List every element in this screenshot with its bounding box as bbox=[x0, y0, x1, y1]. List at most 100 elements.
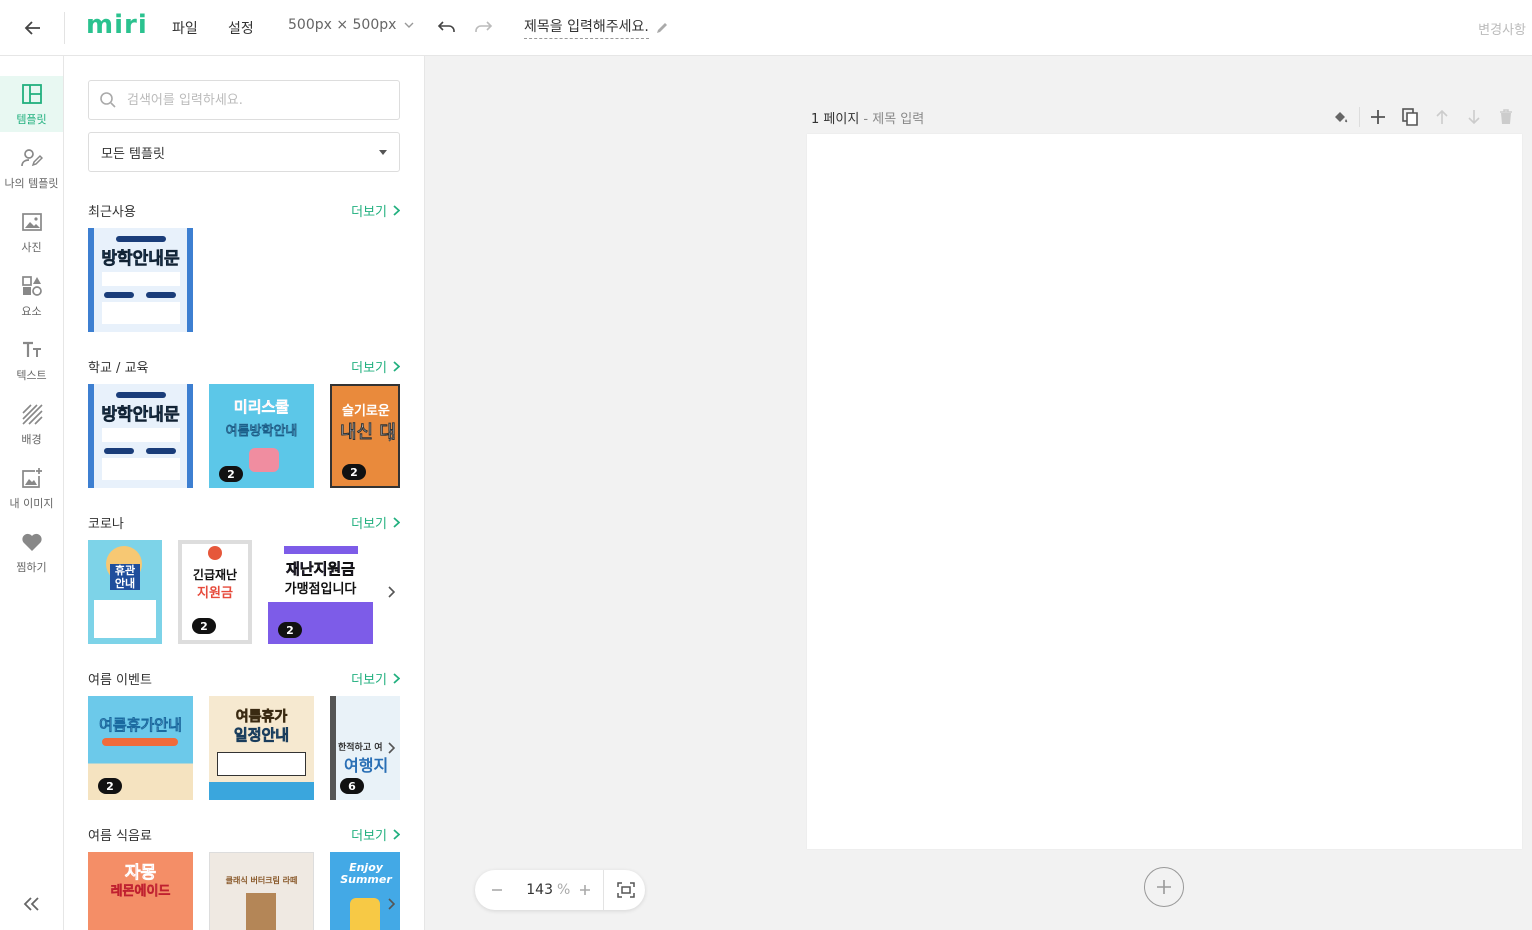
row-next-button[interactable] bbox=[382, 738, 400, 758]
rail-item-background[interactable]: 배경 bbox=[0, 396, 63, 452]
move-page-up-button[interactable] bbox=[1426, 106, 1458, 128]
template-thumbnail[interactable]: Enjoy Summer bbox=[330, 852, 400, 930]
rail-label: 찜하기 bbox=[16, 561, 47, 574]
page-count-badge: 2 bbox=[219, 466, 243, 482]
thumb-tag bbox=[104, 448, 134, 454]
search-input[interactable] bbox=[127, 92, 377, 108]
move-page-down-button[interactable] bbox=[1458, 106, 1490, 128]
thumb-title: 휴관 안내 bbox=[110, 564, 140, 590]
section-title: 최근사용 bbox=[88, 204, 136, 220]
thumb-body bbox=[94, 600, 156, 638]
undo-button[interactable] bbox=[434, 16, 458, 38]
thumb-title: Enjoy Summer bbox=[340, 861, 392, 886]
collapse-panel-button[interactable] bbox=[20, 892, 44, 916]
row-next-button[interactable] bbox=[382, 426, 400, 446]
template-thumbnail[interactable]: 방학안내문 bbox=[88, 228, 193, 332]
more-button[interactable]: 더보기 bbox=[351, 513, 400, 532]
section-school: 학교 / 교육 더보기 방학안내문 미리스쿨 여름방학안내 2 슬기로운 내신 … bbox=[88, 356, 400, 488]
template-thumbnail[interactable]: 방학안내문 bbox=[88, 384, 193, 488]
fit-to-screen-button[interactable] bbox=[612, 876, 640, 904]
rail-label: 요소 bbox=[21, 305, 42, 318]
thumb-subtitle: 일정안내 bbox=[233, 726, 290, 745]
rail-item-my-images[interactable]: 내 이미지 bbox=[0, 460, 63, 516]
page-count-badge: 2 bbox=[278, 622, 302, 638]
pattern-icon bbox=[20, 402, 44, 426]
rail-label: 내 이미지 bbox=[9, 497, 54, 510]
more-button[interactable]: 더보기 bbox=[351, 669, 400, 688]
template-thumbnail[interactable]: 클래식 버터크림 라떼 bbox=[209, 852, 314, 930]
template-search[interactable] bbox=[88, 80, 400, 120]
template-filter-select[interactable]: 모든 템플릿 bbox=[88, 132, 400, 172]
thumb-body bbox=[102, 428, 180, 442]
rail-item-favorites[interactable]: 찜하기 bbox=[0, 524, 63, 580]
template-thumbnail[interactable]: 긴급재난 지원금 2 bbox=[178, 540, 252, 644]
thumb-title: 슬기로운 bbox=[342, 404, 390, 419]
rail-label: 사진 bbox=[21, 241, 42, 254]
thumb-subtitle: 레몬에이드 bbox=[110, 884, 171, 900]
section-title: 여름 이벤트 bbox=[88, 672, 152, 688]
rail-label: 배경 bbox=[21, 433, 42, 446]
rail-item-elements[interactable]: 요소 bbox=[0, 268, 63, 324]
template-thumbnail[interactable]: 여름휴가 일정안내 bbox=[209, 696, 314, 800]
menu-settings[interactable]: 설정 bbox=[228, 18, 254, 38]
row-next-button[interactable] bbox=[382, 582, 400, 602]
layout-icon bbox=[20, 82, 44, 106]
row-next-button[interactable] bbox=[382, 894, 400, 914]
zoom-value[interactable]: 143 bbox=[511, 882, 553, 898]
rail-label: 템플릿 bbox=[16, 113, 47, 126]
thumb-body bbox=[102, 302, 180, 324]
more-button[interactable]: 더보기 bbox=[351, 201, 400, 220]
thumb-title: 긴급재난 bbox=[192, 568, 238, 582]
thumb-title: 방학안내문 bbox=[101, 249, 180, 270]
rail-item-templates[interactable]: 템플릿 bbox=[0, 76, 63, 132]
thumb-tag bbox=[284, 546, 358, 554]
duplicate-page-button[interactable] bbox=[1394, 106, 1426, 128]
rail-item-text[interactable]: 텍스트 bbox=[0, 332, 63, 388]
design-page[interactable] bbox=[807, 134, 1522, 849]
zoom-in-button[interactable] bbox=[571, 876, 599, 904]
template-thumbnail[interactable]: 자몽 레몬에이드 bbox=[88, 852, 193, 930]
more-button[interactable]: 더보기 bbox=[351, 825, 400, 844]
thumb-title: 재난지원금 bbox=[285, 560, 356, 579]
fill-color-button[interactable] bbox=[1325, 106, 1357, 128]
template-thumbnail[interactable]: 휴관 안내 bbox=[88, 540, 162, 644]
canvas-area: 1 페이지 - 제목 입력 143 % bbox=[425, 56, 1532, 930]
page-header[interactable]: 1 페이지 - 제목 입력 bbox=[811, 108, 924, 127]
chevron-right-icon bbox=[393, 204, 400, 216]
menu-file[interactable]: 파일 bbox=[172, 18, 198, 38]
page-title-input[interactable]: - 제목 입력 bbox=[859, 112, 924, 127]
zoom-out-button[interactable] bbox=[483, 876, 511, 904]
image-icon bbox=[20, 210, 44, 234]
back-button[interactable] bbox=[18, 13, 48, 43]
thumb-tag bbox=[146, 292, 176, 298]
template-row: 휴관 안내 긴급재난 지원금 2 재난지원금 가맹점입니다 2 bbox=[88, 540, 400, 644]
redo-icon bbox=[475, 21, 493, 32]
template-thumbnail[interactable]: 재난지원금 가맹점입니다 2 bbox=[268, 540, 373, 644]
fit-screen-icon bbox=[617, 882, 635, 898]
redo-button[interactable] bbox=[472, 16, 496, 38]
canvas-size-select[interactable]: 500px × 500px bbox=[288, 17, 414, 33]
thumb-tag bbox=[104, 292, 134, 298]
template-thumbnail[interactable]: 미리스쿨 여름방학안내 2 bbox=[209, 384, 314, 488]
rail-item-my-templates[interactable]: 나의 템플릿 bbox=[0, 140, 63, 196]
plus-icon bbox=[1157, 880, 1171, 894]
left-rail: 템플릿 나의 템플릿 사진 요소 텍스트 배경 내 이미지 찜하기 bbox=[0, 56, 64, 930]
delete-page-button[interactable] bbox=[1490, 106, 1522, 128]
add-page-button[interactable] bbox=[1362, 106, 1394, 128]
arrow-up-icon bbox=[1436, 109, 1448, 124]
more-button[interactable]: 더보기 bbox=[351, 357, 400, 376]
document-title[interactable]: 제목을 입력해주세요. bbox=[524, 16, 649, 39]
rail-label: 텍스트 bbox=[16, 369, 47, 382]
add-page-circle-button[interactable] bbox=[1144, 867, 1184, 907]
template-thumbnail[interactable]: 여름휴가안내 2 bbox=[88, 696, 193, 800]
template-filter-value: 모든 템플릿 bbox=[101, 146, 165, 162]
plus-icon bbox=[580, 885, 590, 895]
section-title: 여름 식음료 bbox=[88, 828, 152, 844]
document-title-field[interactable]: 제목을 입력해주세요. bbox=[524, 16, 669, 39]
chevron-right-icon bbox=[393, 360, 400, 372]
page-number-label: 1 페이지 bbox=[811, 112, 860, 127]
text-icon bbox=[20, 338, 44, 362]
rail-item-photos[interactable]: 사진 bbox=[0, 204, 63, 260]
undo-icon bbox=[437, 21, 455, 32]
changes-label[interactable]: 변경사항 bbox=[1478, 19, 1526, 38]
